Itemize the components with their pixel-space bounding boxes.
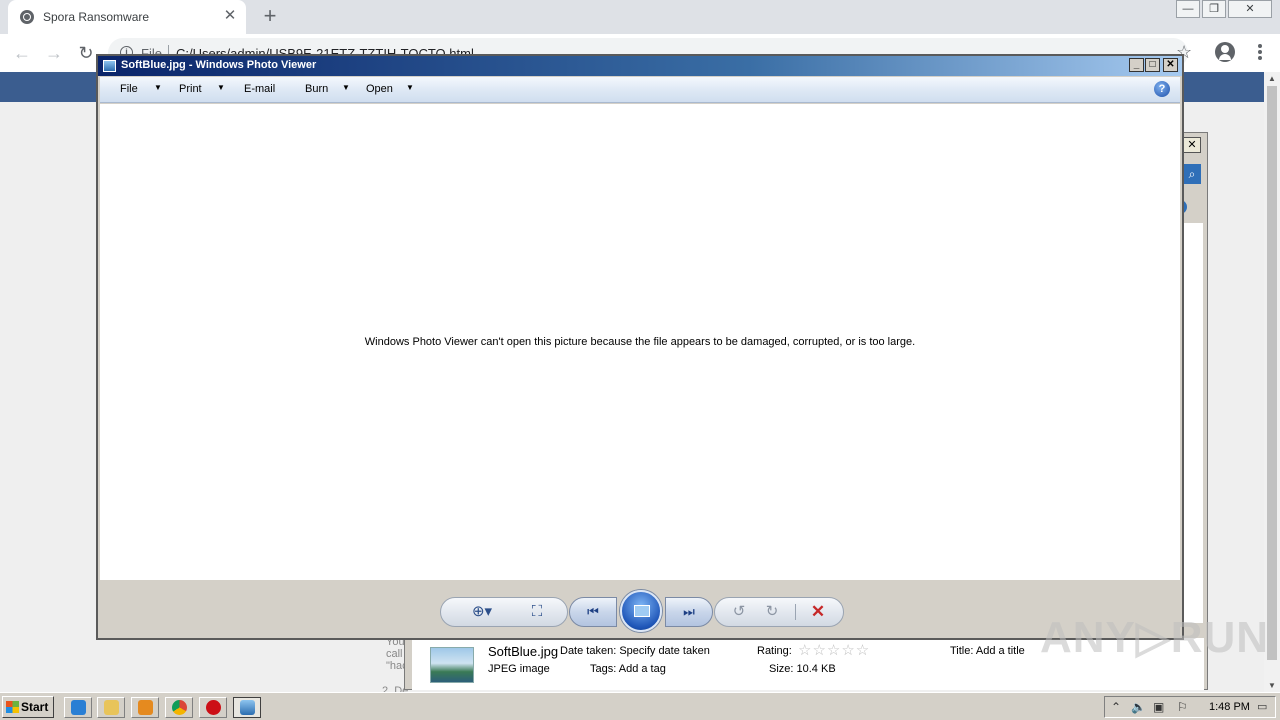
photo-viewer-taskbar-button[interactable]	[233, 697, 261, 718]
rotate-clockwise-icon[interactable]: ↻	[759, 597, 785, 627]
chevron-down-icon[interactable]: ▼	[154, 83, 162, 92]
close-tab-icon[interactable]: ✕	[222, 8, 238, 24]
zoom-icon[interactable]: ⊕▾	[466, 597, 498, 627]
system-tray: ⌃ 🔈 ▣ ⚐ 1:48 PM ▭	[1104, 696, 1276, 718]
reload-icon[interactable]: ↻	[74, 41, 98, 65]
date-taken-field[interactable]: Date taken: Specify date taken	[560, 645, 710, 657]
explorer-button[interactable]	[97, 697, 125, 718]
menu-burn[interactable]: Burn	[305, 83, 328, 95]
scrollbar-thumb[interactable]	[1267, 86, 1277, 660]
back-arrow-icon[interactable]: ←	[10, 41, 34, 65]
help-icon[interactable]: ?	[1154, 81, 1170, 97]
forward-arrow-icon[interactable]: →	[42, 41, 66, 65]
folder-icon	[104, 700, 119, 715]
photo-viewer-titlebar[interactable]: SoftBlue.jpg - Windows Photo Viewer _ □ …	[98, 56, 1182, 76]
close-window-button[interactable]: ✕	[1228, 0, 1272, 18]
actual-size-icon[interactable]: ⛶	[522, 597, 552, 627]
search-icon[interactable]: ⌕	[1183, 164, 1201, 184]
new-tab-button[interactable]: +	[258, 5, 282, 29]
maximize-button[interactable]: □	[1145, 58, 1160, 72]
clock[interactable]: 1:48 PM	[1209, 701, 1250, 713]
file-type: JPEG image	[488, 663, 550, 675]
volume-icon[interactable]: 🔈	[1131, 700, 1146, 714]
minimize-button[interactable]: —	[1176, 0, 1200, 18]
slideshow-icon[interactable]	[620, 590, 662, 632]
rating-label: Rating:	[757, 645, 792, 657]
photo-viewer-icon	[240, 700, 255, 715]
photo-viewer-window: SoftBlue.jpg - Windows Photo Viewer _ □ …	[96, 54, 1184, 640]
chevron-down-icon[interactable]: ▼	[406, 83, 414, 92]
media-player-button[interactable]	[131, 697, 159, 718]
rating-stars[interactable]: ☆☆☆☆☆	[798, 641, 870, 659]
restore-button[interactable]: ❐	[1202, 0, 1226, 18]
watermark-logo: ANY▷RUN	[1040, 613, 1270, 662]
error-message: Windows Photo Viewer can't open this pic…	[364, 336, 916, 348]
close-icon[interactable]: ✕	[1183, 137, 1201, 153]
globe-icon	[20, 10, 34, 24]
file-size: Size: 10.4 KB	[769, 663, 836, 675]
minimize-button[interactable]: _	[1129, 58, 1144, 72]
chrome-icon	[172, 700, 187, 715]
profile-avatar-icon[interactable]	[1215, 42, 1235, 62]
scroll-up-icon[interactable]: ▲	[1268, 74, 1276, 83]
controls-divider	[795, 604, 796, 620]
page-scrollbar[interactable]: ▲ ▼	[1264, 72, 1280, 692]
scroll-down-icon[interactable]: ▼	[1268, 681, 1276, 690]
browser-tab-strip: Spora Ransomware ✕ + — ❐ ✕	[0, 0, 1280, 34]
internet-explorer-icon	[71, 700, 86, 715]
browser-tab[interactable]: Spora Ransomware ✕	[8, 0, 246, 34]
menu-email[interactable]: E-mail	[244, 83, 275, 95]
image-canvas: Windows Photo Viewer can't open this pic…	[100, 104, 1180, 580]
close-button[interactable]: ✕	[1163, 58, 1178, 72]
playback-controls: ⊕▾ ⛶ ⏮ ⏭ ↺ ↻ ✕	[100, 580, 1180, 638]
rotate-counterclockwise-icon[interactable]: ↺	[726, 597, 752, 627]
delete-icon[interactable]: ✕	[804, 597, 832, 627]
network-icon[interactable]: ▣	[1153, 700, 1164, 714]
menu-file[interactable]: File	[120, 83, 138, 95]
chevron-down-icon[interactable]: ▼	[342, 83, 350, 92]
photo-viewer-app-icon	[103, 60, 116, 72]
menu-open[interactable]: Open	[366, 83, 393, 95]
opera-button[interactable]	[199, 697, 227, 718]
menu-print[interactable]: Print	[179, 83, 202, 95]
window-title: SoftBlue.jpg - Windows Photo Viewer	[121, 59, 317, 71]
tags-field[interactable]: Tags: Add a tag	[590, 663, 666, 675]
background-canvas	[1183, 223, 1203, 623]
chevron-down-icon[interactable]: ▼	[217, 83, 225, 92]
media-player-icon	[138, 700, 153, 715]
show-hidden-icons-icon[interactable]: ⌃	[1111, 700, 1121, 714]
file-name: SoftBlue.jpg	[488, 644, 559, 659]
tab-title: Spora Ransomware	[43, 10, 150, 24]
taskbar: Start ⌃ 🔈 ▣ ⚐ 1:48 PM ▭	[0, 692, 1280, 720]
next-button[interactable]: ⏭	[665, 597, 713, 627]
photo-viewer-menubar: File ▼ Print ▼ E-mail Burn ▼ Open ▼ ?	[100, 77, 1180, 103]
opera-icon	[206, 700, 221, 715]
previous-button[interactable]: ⏮	[569, 597, 617, 627]
start-label: Start	[21, 700, 49, 714]
windows-logo-icon	[6, 701, 19, 713]
action-center-flag-icon[interactable]: ⚐	[1177, 700, 1188, 714]
internet-explorer-button[interactable]	[64, 697, 92, 718]
show-desktop-icon[interactable]: ▭	[1257, 700, 1267, 713]
title-field[interactable]: Title: Add a title	[950, 645, 1025, 657]
browser-window-controls: — ❐ ✕	[1174, 0, 1272, 18]
chrome-button[interactable]	[165, 697, 193, 718]
image-thumbnail	[430, 647, 474, 683]
start-button[interactable]: Start	[2, 696, 54, 718]
more-menu-icon[interactable]	[1258, 44, 1262, 60]
